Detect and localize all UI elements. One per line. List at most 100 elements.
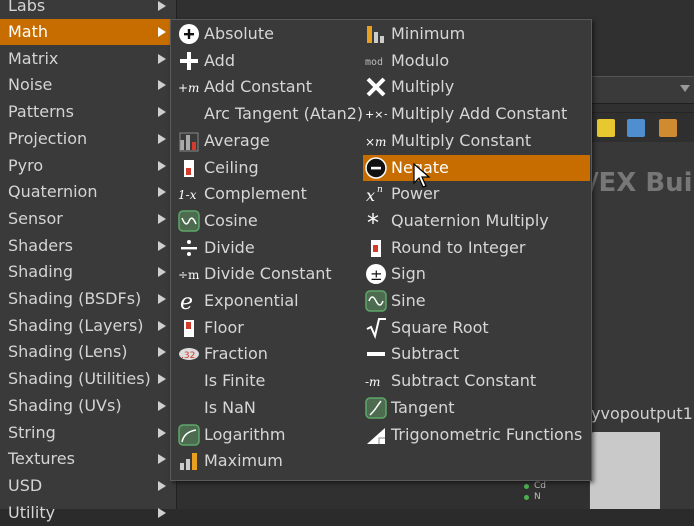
category-item-patterns[interactable]: Patterns xyxy=(0,99,176,125)
mouse-cursor-icon xyxy=(413,163,431,188)
menu-item-label: Ceiling xyxy=(204,157,259,177)
category-label: Projection xyxy=(8,128,88,148)
category-item-matrix[interactable]: Matrix xyxy=(0,46,176,72)
menu-item-negate[interactable]: Negate xyxy=(363,154,590,181)
network-box-icon[interactable] xyxy=(659,119,677,137)
menu-item-is-finite[interactable]: Is Finite xyxy=(176,368,364,394)
menu-item-label: Divide xyxy=(204,237,255,257)
menu-item-average[interactable]: Average xyxy=(176,128,364,154)
submenu-arrow-icon xyxy=(158,427,166,438)
sine-icon xyxy=(365,290,387,312)
menu-item-label: Cosine xyxy=(204,210,258,230)
blank-icon xyxy=(178,370,200,392)
category-item-textures[interactable]: Textures xyxy=(0,446,176,472)
category-item-sensor[interactable]: Sensor xyxy=(0,206,176,232)
menu-item-add[interactable]: Add xyxy=(176,48,364,74)
submenu-arrow-icon xyxy=(158,213,166,224)
output-node[interactable] xyxy=(590,432,660,509)
category-item-usd[interactable]: USD xyxy=(0,473,176,499)
category-item-shading-utilities[interactable]: Shading (Utilities) xyxy=(0,366,176,392)
menu-item-label: Floor xyxy=(204,317,244,337)
divide-icon xyxy=(178,237,200,259)
svg-text:x: x xyxy=(366,186,375,205)
category-item-shading-lens[interactable]: Shading (Lens) xyxy=(0,339,176,365)
menu-item-label: Minimum xyxy=(391,24,466,43)
category-label: String xyxy=(8,422,56,442)
blank-icon xyxy=(178,397,200,419)
category-item-quaternion[interactable]: Quaternion xyxy=(0,179,176,205)
svg-text:-m: -m xyxy=(365,375,380,389)
menu-item-multiply-constant[interactable]: ×m Multiply Constant xyxy=(363,128,590,154)
cosine-icon xyxy=(178,210,200,232)
image-icon[interactable] xyxy=(627,119,645,137)
multiply-icon xyxy=(365,76,387,98)
menu-item-arc-tangent-atan2[interactable]: Arc Tangent (Atan2) xyxy=(176,101,364,127)
logarithm-icon xyxy=(178,423,200,446)
menu-item-add-constant[interactable]: +m Add Constant xyxy=(176,74,364,100)
submenu-arrow-icon xyxy=(158,294,166,304)
menu-item-round-to-integer[interactable]: Round to Integer xyxy=(363,235,590,261)
menu-item-ceiling[interactable]: Ceiling xyxy=(176,155,364,181)
svg-text:mod: mod xyxy=(365,57,383,68)
menu-item-label: Sign xyxy=(391,264,426,284)
menu-item-label: Exponential xyxy=(204,291,299,310)
category-label: Shading (Utilities) xyxy=(8,369,151,389)
svg-text:1-x: 1-x xyxy=(178,188,197,202)
menu-item-exponential[interactable]: e Exponential xyxy=(176,288,364,314)
menu-item-square-root[interactable]: Square Root xyxy=(363,315,590,341)
exponential-icon: e xyxy=(178,290,200,312)
menu-item-minimum[interactable]: Minimum xyxy=(363,21,590,47)
menu-item-fraction[interactable]: .32 Fraction xyxy=(176,341,364,367)
sticky-note-icon[interactable] xyxy=(597,119,615,137)
menu-item-complement[interactable]: 1-x Complement xyxy=(176,181,364,207)
category-item-labs[interactable]: Labs xyxy=(0,0,176,19)
menu-item-power[interactable]: x n Power xyxy=(363,181,590,207)
menu-item-is-nan[interactable]: Is NaN xyxy=(176,395,364,421)
svg-text:.32: .32 xyxy=(181,351,195,361)
menu-item-trigonometric-functions[interactable]: Trigonometric Functions xyxy=(363,422,590,448)
menu-item-absolute[interactable]: Absolute xyxy=(176,21,364,47)
category-label: Quaternion xyxy=(8,182,98,202)
menu-item-multiply[interactable]: Multiply xyxy=(363,74,590,100)
menu-item-label: Square Root xyxy=(391,317,489,337)
submenu-arrow-icon xyxy=(158,454,166,465)
menu-item-label: Quaternion Multiply xyxy=(391,210,549,230)
menu-item-tangent[interactable]: Tangent xyxy=(363,395,590,421)
category-item-shading-layers[interactable]: Shading (Layers) xyxy=(0,313,176,339)
menu-item-modulo[interactable]: mod Modulo xyxy=(363,48,590,74)
category-item-shading-bsdfs[interactable]: Shading (BSDFs) xyxy=(0,286,176,312)
port-n[interactable]: N xyxy=(522,492,557,503)
menu-item-floor[interactable]: Floor xyxy=(176,315,364,341)
menu-item-cosine[interactable]: Cosine xyxy=(176,208,364,234)
category-item-math[interactable]: Math xyxy=(0,19,176,45)
category-item-shading[interactable]: Shading xyxy=(0,259,176,285)
category-item-utility[interactable]: Utility xyxy=(0,500,176,526)
round-icon xyxy=(365,237,387,259)
menu-item-divide[interactable]: Divide xyxy=(176,235,364,261)
category-item-pyro[interactable]: Pyro xyxy=(0,153,176,179)
category-item-noise[interactable]: Noise xyxy=(0,72,176,98)
category-item-shading-uvs[interactable]: Shading (UVs) xyxy=(0,393,176,419)
category-item-shaders[interactable]: Shaders xyxy=(0,233,176,259)
submenu-arrow-icon xyxy=(158,1,166,11)
menu-item-divide-constant[interactable]: ÷m Divide Constant xyxy=(176,261,364,287)
menu-item-subtract-constant[interactable]: -m Subtract Constant xyxy=(363,368,590,394)
menu-item-logarithm[interactable]: Logarithm xyxy=(176,422,364,448)
minimum-icon xyxy=(365,23,387,45)
menu-item-label: Multiply Add Constant xyxy=(391,104,568,124)
menu-item-label: Is Finite xyxy=(204,371,266,391)
menu-item-quaternion-multiply[interactable]: * Quaternion Multiply xyxy=(363,208,590,234)
menu-item-label: Tangent xyxy=(391,397,455,417)
menu-item-sign[interactable]: ± Sign xyxy=(363,261,590,287)
menu-item-sine[interactable]: Sine xyxy=(363,288,590,314)
category-label: Textures xyxy=(8,449,75,469)
category-item-string[interactable]: String xyxy=(0,420,176,446)
menu-item-multiply-add-constant[interactable]: +×+ Multiply Add Constant xyxy=(363,101,590,127)
category-label: Shading xyxy=(8,262,73,282)
path-dropdown[interactable] xyxy=(589,76,694,104)
category-label: Utility xyxy=(8,502,56,522)
port-cd[interactable]: Cd xyxy=(522,481,557,492)
category-item-projection[interactable]: Projection xyxy=(0,126,176,152)
menu-item-subtract[interactable]: Subtract xyxy=(363,341,590,367)
menu-item-maximum[interactable]: Maximum xyxy=(176,448,364,474)
